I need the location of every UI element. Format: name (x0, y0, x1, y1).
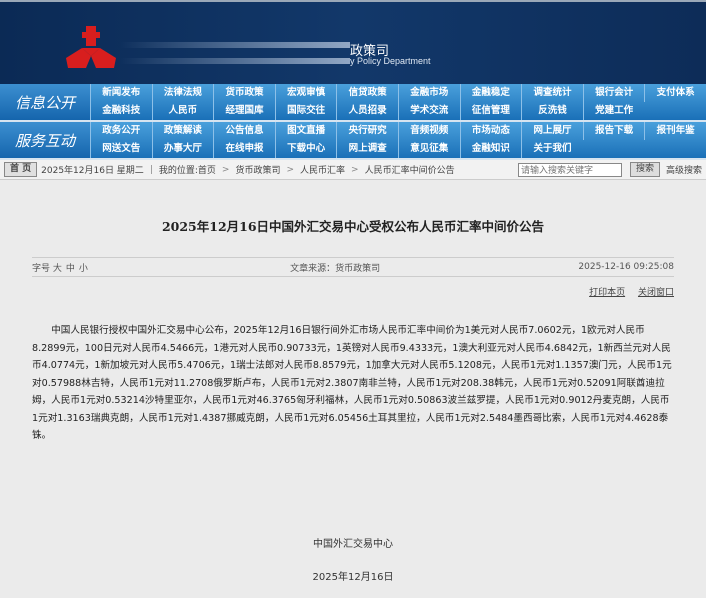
nav-item[interactable]: 图文直播 (274, 122, 337, 140)
home-button[interactable]: 首 页 (4, 162, 38, 177)
breadcrumb-current[interactable]: 人民币汇率中间价公告 (365, 163, 455, 176)
close-window-link[interactable]: 关闭窗口 (638, 288, 674, 298)
article-source: 文章来源：货币政策司 (290, 263, 381, 274)
article-meta: 字号 大中小 文章来源：货币政策司 2025-12-16 09:25:08 (32, 257, 674, 277)
nav-item[interactable]: 报告下载 (582, 122, 645, 140)
nav-item[interactable]: 办事大厅 (151, 140, 214, 158)
article-actions: 打印本页 关闭窗口 (32, 285, 674, 298)
nav-section: 信息公开 新闻发布 法律法规 货币政策 宏观审慎 信贷政策 金融市场 金融稳定 调查统计 银行会计… (0, 84, 706, 122)
nav-item[interactable]: 人民币 (151, 102, 214, 120)
nav-item[interactable]: 在线申报 (213, 140, 275, 158)
nav-item[interactable]: 金融科技 (90, 102, 152, 120)
article-title: 2025年12月16日中国外汇交易中心受权公布人民币汇率中间价公告 (161, 219, 545, 234)
nav-item[interactable]: 网送文告 (90, 140, 152, 158)
nav-item[interactable]: 调查统计 (521, 84, 583, 102)
nav-item[interactable]: 金融知识 (459, 140, 522, 158)
nav-section-label: 服务互动 (0, 122, 90, 158)
article-date: 2025年12月16日 (312, 571, 394, 583)
nav-item[interactable]: 报刊年鉴 (644, 122, 706, 140)
nav-section: 服务互动 政务公开 政策解读 公告信息 图文直播 央行研究 音频视频 市场动态 网上展厅 报告下载… (0, 122, 706, 160)
pboc-logo-icon (66, 26, 116, 68)
nav-item[interactable]: 金融市场 (397, 84, 460, 102)
nav-item[interactable]: 支付体系 (644, 84, 706, 102)
nav-item[interactable]: 国际交往 (274, 102, 337, 120)
nav-item[interactable]: 下载中心 (274, 140, 337, 158)
location-label: 我的位置: (158, 166, 198, 176)
breadcrumb-home[interactable]: 首页 (198, 163, 216, 176)
nav-grid: 新闻发布 法律法规 货币政策 宏观审慎 信贷政策 金融市场 金融稳定 调查统计 银行会计 支付体系… (90, 84, 706, 120)
nav-item[interactable]: 学术交流 (397, 102, 460, 120)
nav-item[interactable]: 党建工作 (582, 102, 645, 120)
header-streak (120, 42, 350, 48)
nav-item[interactable]: 宏观审慎 (274, 84, 337, 102)
nav-item[interactable]: 征信管理 (459, 102, 522, 120)
advanced-search-link[interactable]: 高级搜索 (666, 163, 702, 176)
nav-item[interactable]: 新闻发布 (90, 84, 152, 102)
header-streak (120, 58, 350, 64)
nav-item[interactable]: 公告信息 (213, 122, 275, 140)
search-button[interactable]: 搜索 (629, 162, 660, 177)
nav-item[interactable]: 网上调查 (336, 140, 398, 158)
nav-item[interactable]: 经理国库 (213, 102, 275, 120)
search-input[interactable] (517, 162, 622, 177)
nav-item[interactable]: 法律法规 (151, 84, 214, 102)
article-timestamp: 2025-12-16 09:25:08 (578, 262, 674, 272)
nav-item[interactable]: 市场动态 (459, 122, 522, 140)
current-date: 2025年12月16日 星期二 (41, 166, 144, 176)
font-medium[interactable]: 中 (66, 264, 75, 274)
print-link[interactable]: 打印本页 (589, 288, 625, 298)
header-subtitle: y Policy Department (350, 56, 431, 66)
nav-section-label: 信息公开 (0, 84, 90, 120)
nav-item[interactable]: 信贷政策 (336, 84, 398, 102)
breadcrumb-bar: 首 页 2025年12月16日 星期二 | 我的位置: 首页 > 货币政策司 >… (0, 160, 706, 180)
nav-item[interactable]: 网上展厅 (521, 122, 583, 140)
site-header: 政策司 y Policy Department (0, 0, 706, 84)
font-small[interactable]: 小 (79, 264, 88, 274)
article-signature: 中国外汇交易中心 (313, 538, 393, 550)
nav-item[interactable]: 央行研究 (336, 122, 398, 140)
nav-item[interactable]: 反洗钱 (521, 102, 583, 120)
breadcrumb-rmb-rate[interactable]: 人民币汇率 (300, 163, 345, 176)
nav-item[interactable]: 货币政策 (213, 84, 275, 102)
nav-item[interactable]: 关于我们 (521, 140, 583, 158)
article-body: 中国人民银行授权中国外汇交易中心公布，2025年12月16日银行间外汇市场人民币… (32, 325, 672, 441)
nav-item[interactable]: 银行会计 (582, 84, 645, 102)
nav-item[interactable]: 政策解读 (151, 122, 214, 140)
nav-item[interactable]: 意见征集 (397, 140, 460, 158)
font-large[interactable]: 大 (53, 264, 62, 274)
nav-item[interactable]: 金融稳定 (459, 84, 522, 102)
nav-item[interactable]: 音频视频 (397, 122, 460, 140)
font-size-control: 字号 大中小 (32, 263, 88, 274)
nav-grid: 政务公开 政策解读 公告信息 图文直播 央行研究 音频视频 市场动态 网上展厅 报告下载 报刊年鉴… (90, 122, 706, 158)
main-nav: 信息公开 新闻发布 法律法规 货币政策 宏观审慎 信贷政策 金融市场 金融稳定 调查统计 银行会计… (0, 84, 706, 160)
nav-item[interactable]: 人员招录 (336, 102, 398, 120)
breadcrumb-dept[interactable]: 货币政策司 (235, 163, 280, 176)
nav-item[interactable]: 政务公开 (90, 122, 152, 140)
